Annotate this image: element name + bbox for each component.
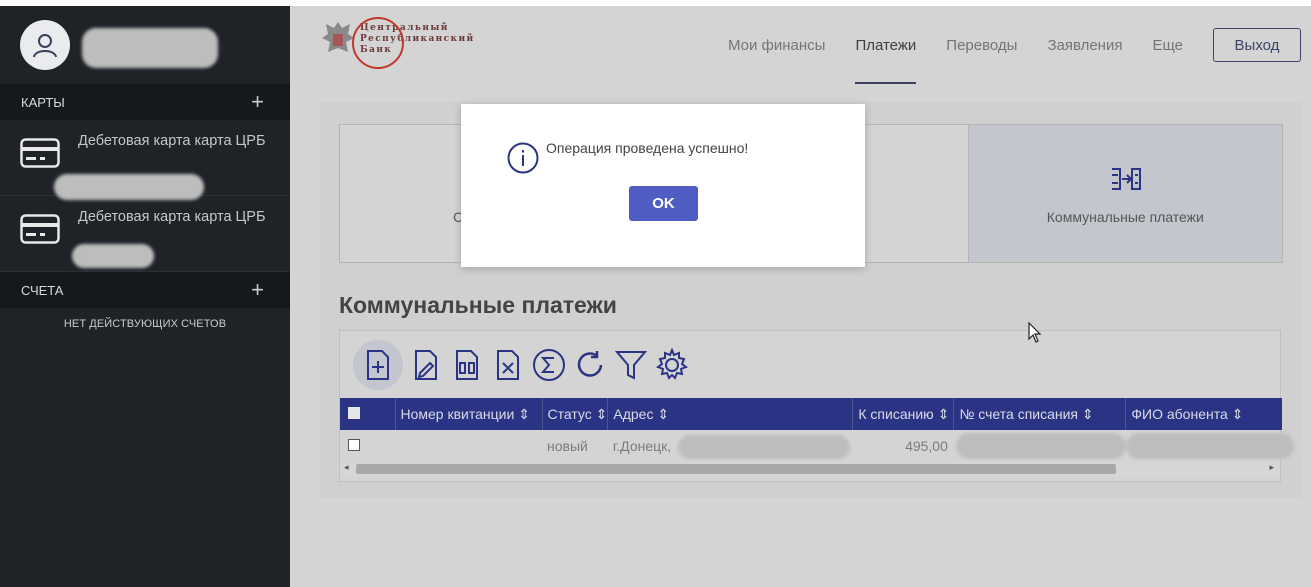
card-number-redacted (72, 244, 154, 268)
col-label: ФИО абонента (1131, 405, 1228, 422)
col-label: Номер квитанции (400, 405, 515, 422)
delete-document-button[interactable] (490, 347, 526, 383)
address-text: г.Донецк, (612, 438, 672, 454)
delete-document-icon (497, 349, 519, 380)
col-receipt-number[interactable]: Номер квитанции ⇕ (395, 398, 543, 430)
row-select-cell (340, 430, 395, 462)
nav-more[interactable]: Еще (1152, 6, 1183, 84)
add-document-icon (367, 349, 389, 380)
top-header: Центральный Республиканский Банк Мои фин… (290, 6, 1311, 84)
horizontal-scrollbar[interactable]: ◂ ▸ (340, 462, 1280, 476)
cell-account (954, 430, 1126, 462)
binoculars-icon (456, 349, 478, 380)
col-status[interactable]: Статус ⇕ (542, 398, 609, 430)
grid-toolbar (340, 331, 1280, 398)
payments-grid: Номер квитанции ⇕ Статус ⇕ Адрес ⇕ К спи… (339, 330, 1294, 482)
info-icon (507, 142, 539, 174)
cards-section-header: КАРТЫ + (0, 84, 290, 120)
main-nav: Мои финансы Платежи Переводы Заявления Е… (728, 6, 1311, 84)
user-name-redacted (82, 28, 218, 68)
edit-document-button[interactable] (408, 347, 444, 383)
col-label: Адрес (613, 405, 654, 422)
cards-header-label: КАРТЫ (21, 94, 65, 110)
main-area: Центральный Республиканский Банк Мои фин… (290, 6, 1311, 587)
col-address[interactable]: Адрес ⇕ (607, 398, 854, 430)
bank-logo[interactable]: Центральный Республиканский Банк (320, 16, 475, 69)
cell-status: новый (547, 438, 588, 454)
logo-circle-icon (352, 16, 404, 69)
select-all-checkbox[interactable] (348, 407, 360, 419)
tile-label: Коммунальные платежи (1046, 209, 1204, 225)
sum-icon (533, 348, 565, 381)
sidebar: КАРТЫ + Дебетовая карта карта ЦРБ Дебето… (0, 6, 290, 587)
account-redacted (955, 433, 1126, 459)
add-document-button[interactable] (353, 339, 403, 390)
sidebar-card-item[interactable]: Дебетовая карта карта ЦРБ (0, 196, 290, 272)
card-title: Дебетовая карта карта ЦРБ (78, 133, 266, 149)
credit-card-icon (20, 138, 60, 168)
cell-subscriber-name (1125, 430, 1294, 462)
no-accounts-text: НЕТ ДЕЙСТВУЮЩИХ СЧЕТОВ (63, 318, 227, 330)
cell-amount: 495,00 (853, 430, 954, 462)
nav-payments[interactable]: Платежи (855, 6, 916, 84)
mouse-cursor-icon (1028, 322, 1042, 343)
col-amount[interactable]: К списанию ⇕ (852, 398, 955, 430)
address-redacted (677, 435, 850, 459)
cell-address: г.Донецк, (608, 430, 853, 462)
filter-button[interactable] (613, 347, 649, 383)
user-icon (33, 34, 57, 58)
user-panel (0, 6, 290, 84)
success-dialog: Операция проведена успешно! OK (461, 104, 865, 267)
card-title: Дебетовая карта карта ЦРБ (78, 209, 266, 225)
ok-button[interactable]: OK (629, 186, 698, 221)
col-subscriber-name[interactable]: ФИО абонента ⇕ (1125, 398, 1282, 430)
row-checkbox[interactable] (348, 439, 360, 451)
sidebar-card-item[interactable]: Дебетовая карта карта ЦРБ (0, 120, 290, 200)
scrollbar-thumb[interactable] (356, 464, 1116, 474)
cell-receipt-number (395, 430, 542, 462)
select-all-cell (340, 398, 396, 430)
utility-payments-tile[interactable]: Коммунальные платежи (968, 125, 1282, 262)
logout-button[interactable]: Выход (1213, 28, 1301, 62)
nav-transfers[interactable]: Переводы (946, 6, 1017, 84)
col-label: № счета списания (959, 405, 1079, 422)
name-redacted (1125, 433, 1294, 459)
nav-my-finances[interactable]: Мои финансы (728, 6, 825, 84)
col-account[interactable]: № счета списания ⇕ (953, 398, 1127, 430)
col-label: Статус (547, 405, 592, 422)
sum-button[interactable] (531, 347, 567, 383)
settings-icon (655, 347, 689, 380)
section-title: Коммунальные платежи (339, 292, 617, 318)
table-header-row: Номер квитанции ⇕ Статус ⇕ Адрес ⇕ К спи… (340, 398, 1282, 430)
amount-text: 495,00 (905, 438, 948, 454)
payments-table: Номер квитанции ⇕ Статус ⇕ Адрес ⇕ К спи… (340, 398, 1294, 462)
add-account-icon[interactable]: + (251, 279, 264, 301)
settings-button[interactable] (654, 347, 690, 383)
scroll-left-icon[interactable]: ◂ (344, 462, 349, 473)
filter-icon (614, 350, 648, 380)
table-row[interactable]: новый г.Донецк, 495,00 (340, 430, 1294, 462)
credit-card-icon (20, 214, 60, 244)
accounts-header-label: СЧЕТА (21, 282, 64, 298)
refresh-button[interactable] (572, 347, 608, 383)
view-document-button[interactable] (449, 347, 485, 383)
col-label: К списанию (858, 405, 934, 422)
edit-document-icon (415, 349, 437, 380)
utility-payments-icon (1111, 168, 1141, 190)
scroll-right-icon[interactable]: ▸ (1269, 462, 1274, 473)
avatar[interactable] (20, 20, 70, 70)
add-card-icon[interactable]: + (251, 91, 264, 113)
accounts-section-header: СЧЕТА + (0, 272, 290, 308)
dialog-message: Операция проведена успешно! (546, 140, 749, 156)
refresh-icon (577, 350, 603, 377)
nav-applications[interactable]: Заявления (1047, 6, 1122, 84)
